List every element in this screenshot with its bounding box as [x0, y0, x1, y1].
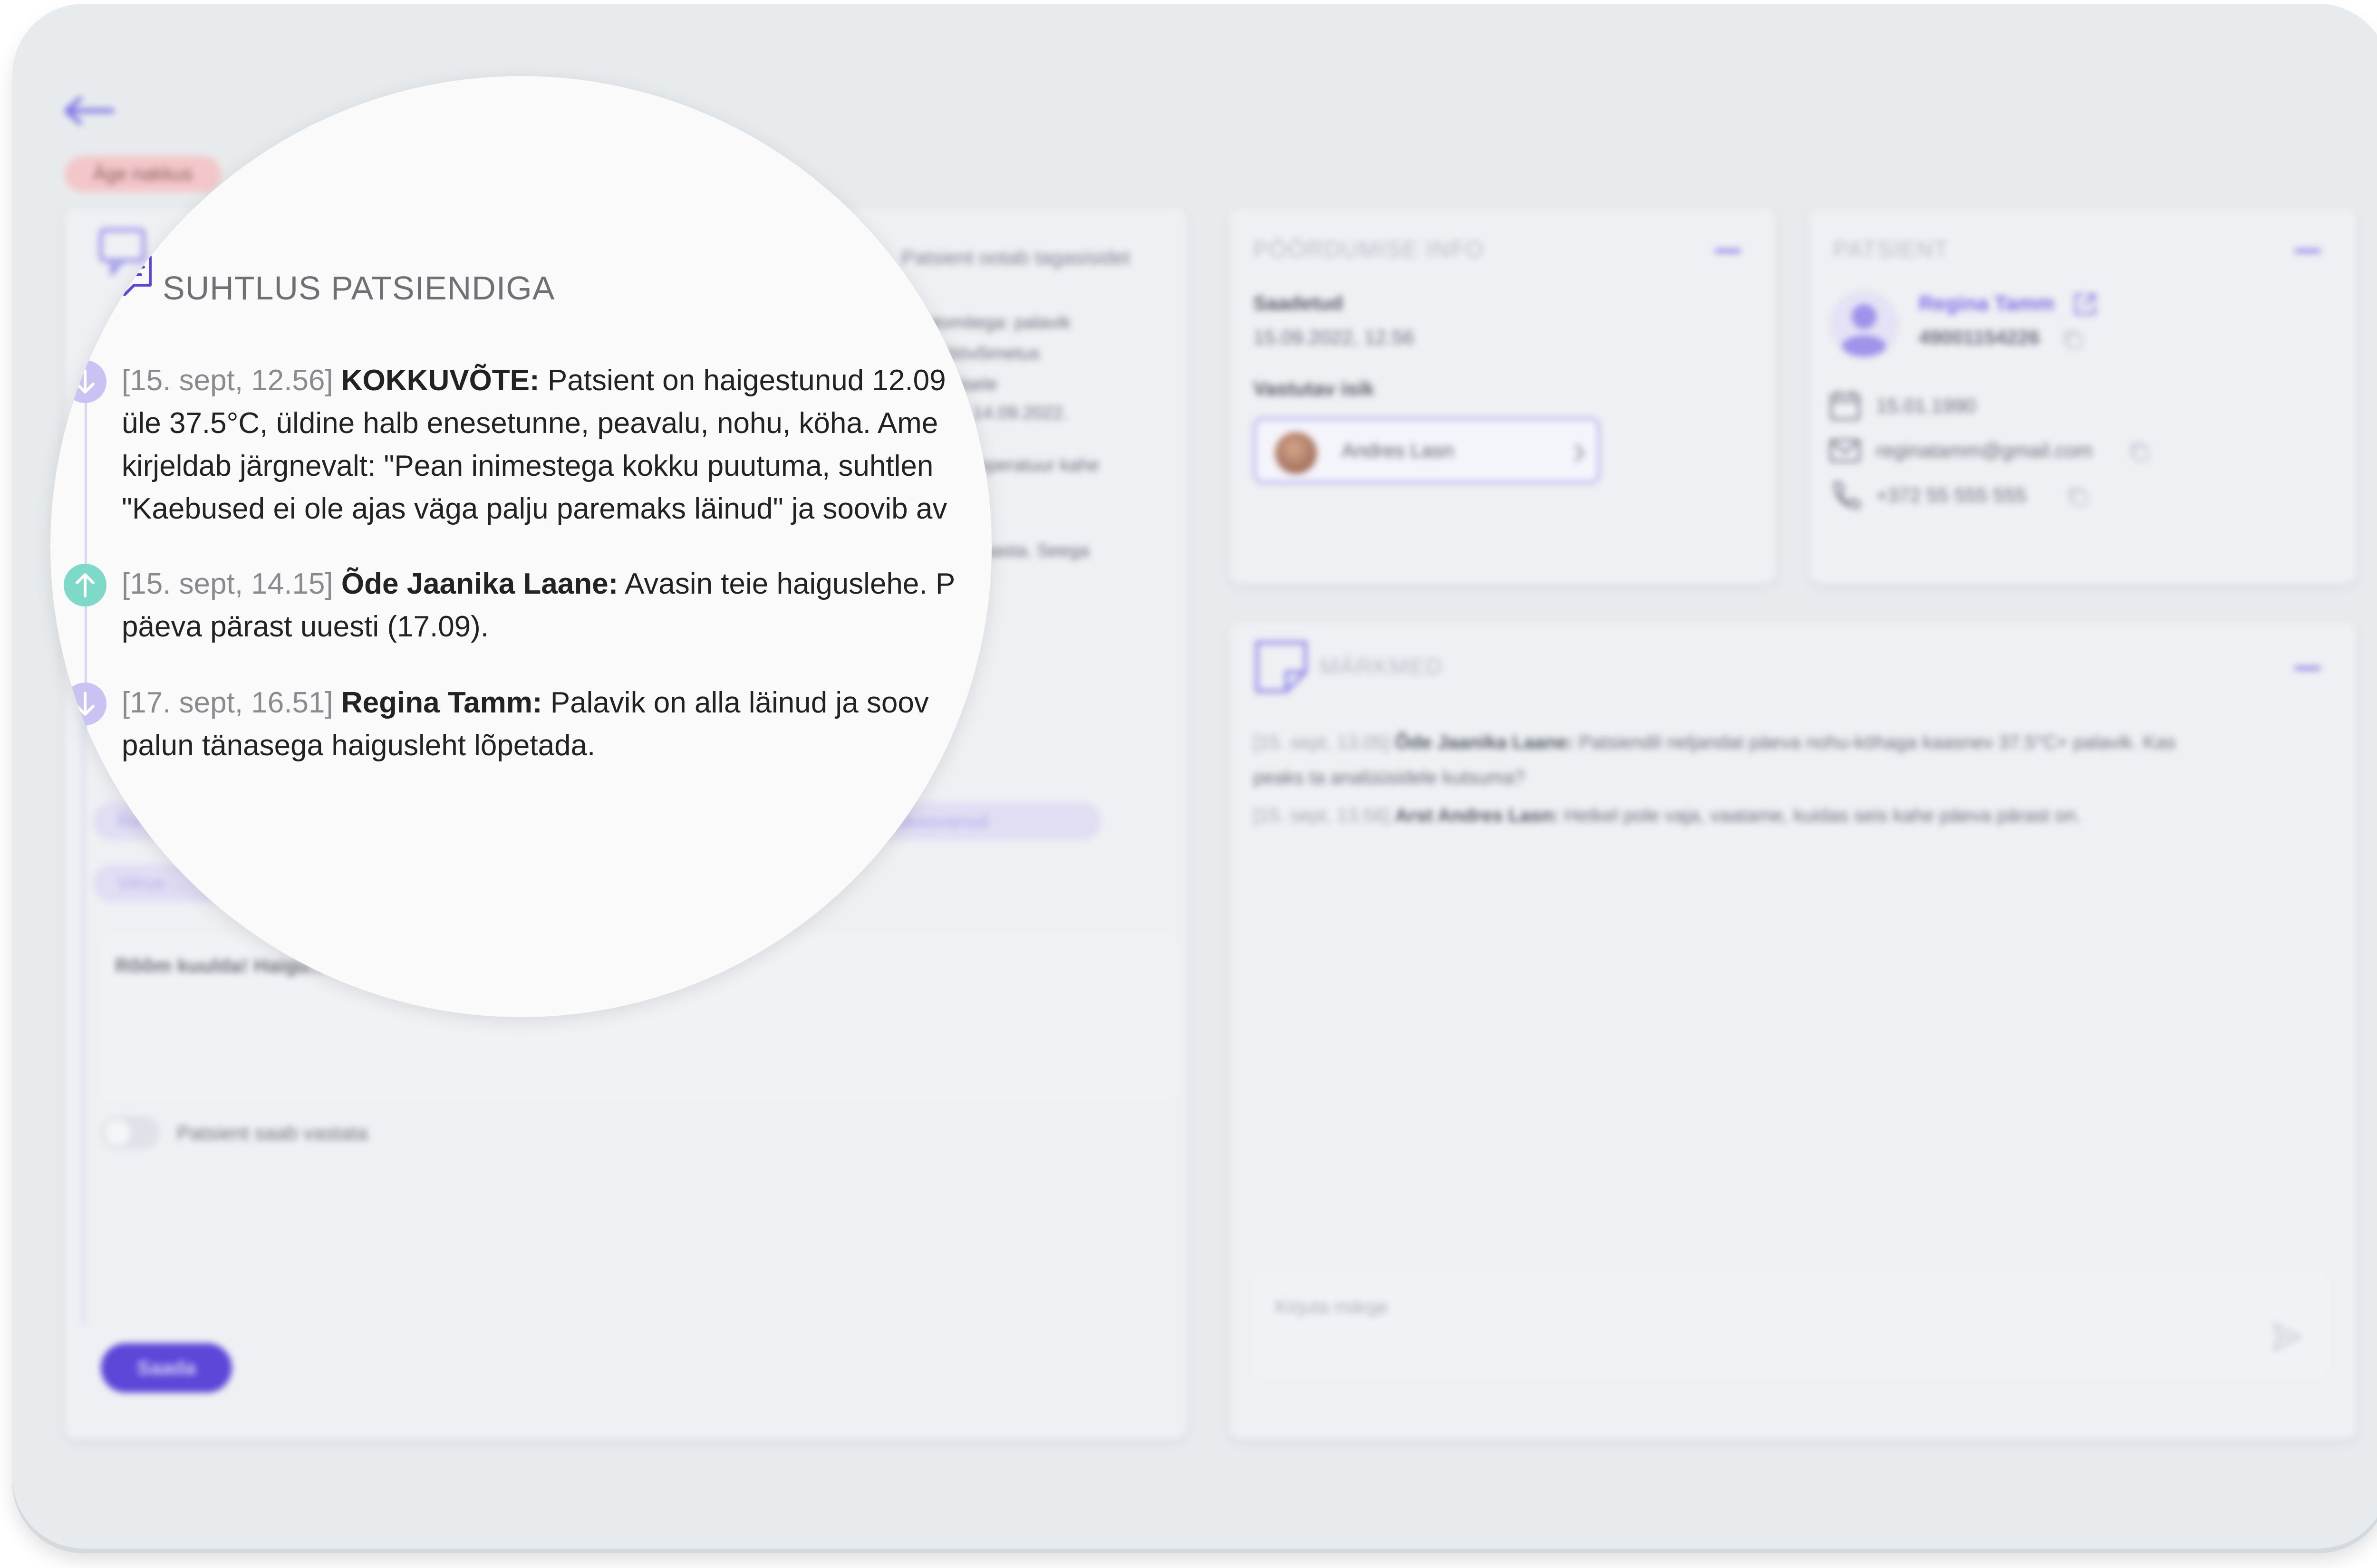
patient-birthdate: 15.01.1990: [1876, 394, 1976, 417]
communication-title: SUHTLUS PATSIENDIGA: [163, 269, 555, 307]
incoming-message-dot: [64, 683, 106, 725]
responsible-avatar: [1275, 432, 1317, 474]
collapse-patient-icon[interactable]: [2294, 249, 2321, 253]
back-arrow-icon[interactable]: [60, 94, 117, 127]
copy-id-icon[interactable]: [2061, 328, 2085, 352]
status-text: Patsient ootab tagasisidet: [901, 246, 1130, 269]
tablet-frame: Äge nakkus Patsient ootab tagasisidet pt…: [12, 4, 2377, 1549]
message-timestamp: [15. sept, 14.15]: [122, 568, 333, 600]
chevron-right-icon: [1574, 443, 1585, 462]
patient-title: PATSIENT: [1833, 237, 1949, 262]
chat-icon: [116, 255, 152, 296]
toggle-label: Patsient saab vastata: [177, 1122, 368, 1144]
outgoing-message-dot: [64, 564, 106, 606]
copy-phone-icon[interactable]: [2066, 485, 2090, 509]
request-info-title: PÖÖRDUMISE INFO: [1253, 237, 1485, 262]
collapse-notes-icon[interactable]: [2294, 666, 2321, 670]
copy-email-icon[interactable]: [2128, 440, 2152, 464]
phone-icon: [1834, 481, 1860, 509]
message-timestamp: [17. sept, 16.51]: [122, 686, 333, 719]
bg-fragment-1: ptomitega: palavik: [925, 313, 1071, 333]
arrow-up-icon: [76, 573, 95, 597]
sent-label: Saadetud: [1253, 292, 1343, 314]
message-2: [15. sept, 14.15] Õde Jaanika Laane: Ava…: [122, 563, 977, 606]
patient-name-link[interactable]: Regina Tamm: [1919, 292, 2054, 316]
message-text: Patsient on haigestunud 12.09: [547, 364, 946, 397]
patient-email: reginatamm@gmail.com: [1876, 439, 2093, 462]
patient-id-code: 49001154226: [1919, 326, 2040, 348]
bg-fragment-4: 14.09.2022.: [973, 403, 1068, 423]
message-author: KOKKUVÕTE:: [341, 364, 540, 397]
note-author: Arst Andres Lasn:: [1395, 805, 1559, 826]
note-timestamp: [15. sept, 13.05]: [1253, 732, 1390, 753]
send-button[interactable]: Saada: [101, 1343, 232, 1393]
note-item: [15. sept, 13.56] Arst Andres Lasn: Hetk…: [1253, 805, 2081, 827]
note-input[interactable]: Kirjuta märge: [1253, 1273, 2328, 1377]
message-timestamp: [15. sept, 12.56]: [122, 364, 333, 397]
note-author: Õde Jaanika Laane:: [1395, 732, 1574, 753]
send-note-icon[interactable]: [2271, 1320, 2304, 1354]
responsible-person-select[interactable]: Andres Lasn: [1253, 417, 1600, 484]
message-text: Avasin teie haiguslehe. P: [625, 568, 956, 600]
patient-phone: +372 55 555 555: [1876, 484, 2027, 506]
message-author: Regina Tamm:: [341, 686, 542, 719]
patient-avatar-icon: [1830, 290, 1898, 359]
request-info-card: PÖÖRDUMISE INFO Saadetud 15.09.2022, 12.…: [1229, 208, 1776, 584]
note-icon: [1255, 641, 1307, 693]
note-text: Patsiendil neljandat päeva nohu-köhaga k…: [1578, 732, 2176, 753]
note-item-line2: peaks ta analüüsidele kutsuma?: [1253, 767, 1525, 788]
note-item: [15. sept, 13.05] Õde Jaanika Laane: Pat…: [1253, 732, 2176, 753]
note-text: Hetkel pole vaja, vaatame, kuidas seis k…: [1564, 805, 2081, 826]
note-input-placeholder: Kirjuta märge: [1275, 1297, 1388, 1318]
arrow-down-icon: [76, 369, 95, 394]
bg-fragment-5: mperatuur kahe: [973, 455, 1100, 475]
responsible-label: Vastutav isik: [1253, 377, 1374, 400]
message-text: Palavik on alla läinud ja soov: [550, 686, 929, 719]
arrow-down-icon: [76, 692, 95, 716]
calendar-icon: [1830, 391, 1860, 421]
message-3: [17. sept, 16.51] Regina Tamm: Palavik o…: [122, 682, 977, 724]
sent-value: 15.09.2022, 12.56: [1253, 326, 1414, 348]
patient-can-reply-toggle[interactable]: [101, 1116, 160, 1149]
note-timestamp: [15. sept, 13.56]: [1253, 805, 1390, 826]
severity-tag: Äge nakkus: [65, 156, 222, 192]
notes-title: MÄRKMED: [1320, 654, 1443, 680]
mail-icon: [1829, 439, 1861, 462]
patient-card: PATSIENT Regina Tamm 49001154226 15.01.1…: [1809, 208, 2356, 584]
message-1-line-2: üle 37.5°C, üldine halb enesetunne, peav…: [122, 407, 938, 440]
message-author: Õde Jaanika Laane:: [341, 568, 618, 600]
collapse-request-info-icon[interactable]: [1714, 249, 1741, 253]
magnifier-overlay: SUHTLUS PATSIENDIGA [15. sept, 12.56] KO…: [50, 76, 992, 1017]
message-1: [15. sept, 12.56] KOKKUVÕTE: Patsient on…: [122, 359, 977, 402]
message-1-line-4: "Kaebused ei ole ajas väga palju paremak…: [122, 492, 947, 525]
message-1-line-3: kirjeldab järgnevalt: "Pean inimestega k…: [122, 450, 934, 482]
message-3-line-2: palun tänasega haigusleht lõpetada.: [122, 729, 596, 762]
external-link-icon[interactable]: [2071, 290, 2099, 318]
message-2-line-2: päeva pärast uuesti (17.09).: [122, 610, 489, 643]
responsible-name: Andres Lasn: [1342, 439, 1454, 462]
incoming-message-dot: [64, 360, 106, 403]
